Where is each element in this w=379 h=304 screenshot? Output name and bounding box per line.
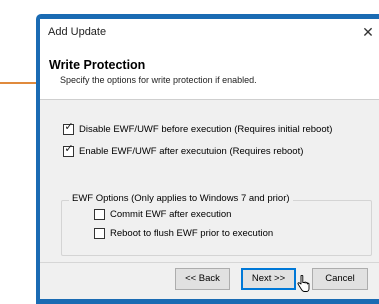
hand-cursor-icon [297,275,310,292]
checkbox-label: Commit EWF after execution [110,209,232,220]
next-button[interactable]: Next >> [241,268,296,290]
title-bar: Add Update ✕ [40,19,379,46]
add-update-dialog: Add Update ✕ Write Protection Specify th… [40,19,379,299]
page-subtitle: Specify the options for write protection… [60,75,257,85]
wizard-header: Write Protection Specify the options for… [40,46,379,100]
reboot-flush-ewf-checkbox[interactable]: Reboot to flush EWF prior to execution [94,228,273,239]
checkbox-label: Reboot to flush EWF prior to execution [110,228,274,239]
enable-ewf-checkbox[interactable]: ✓ Enable EWF/UWF after executuion (Requi… [63,143,304,157]
window-title: Add Update [48,26,107,38]
checkbox-label: Enable EWF/UWF after executuion (Require… [79,146,304,157]
close-icon: ✕ [362,24,374,40]
background [0,0,36,304]
checkmark-icon: ✓ [64,121,74,133]
checkbox-box[interactable] [94,228,105,239]
close-button[interactable]: ✕ [358,22,378,42]
checkbox-box[interactable]: ✓ [63,121,74,135]
disable-ewf-checkbox[interactable]: ✓ Disable EWF/UWF before execution (Requ… [63,121,333,135]
checkbox-label: Disable EWF/UWF before execution (Requir… [79,124,333,135]
cancel-button[interactable]: Cancel [312,268,368,290]
back-button[interactable]: << Back [175,268,230,290]
ewf-options-legend: EWF Options (Only applies to Windows 7 a… [69,193,293,204]
background-accent-line [0,82,40,84]
footer-divider [40,262,379,263]
page-title: Write Protection [49,58,146,72]
checkbox-box[interactable]: ✓ [63,143,74,157]
commit-ewf-checkbox[interactable]: Commit EWF after execution [94,209,231,220]
checkmark-icon: ✓ [64,143,74,155]
checkbox-box[interactable] [94,209,105,220]
